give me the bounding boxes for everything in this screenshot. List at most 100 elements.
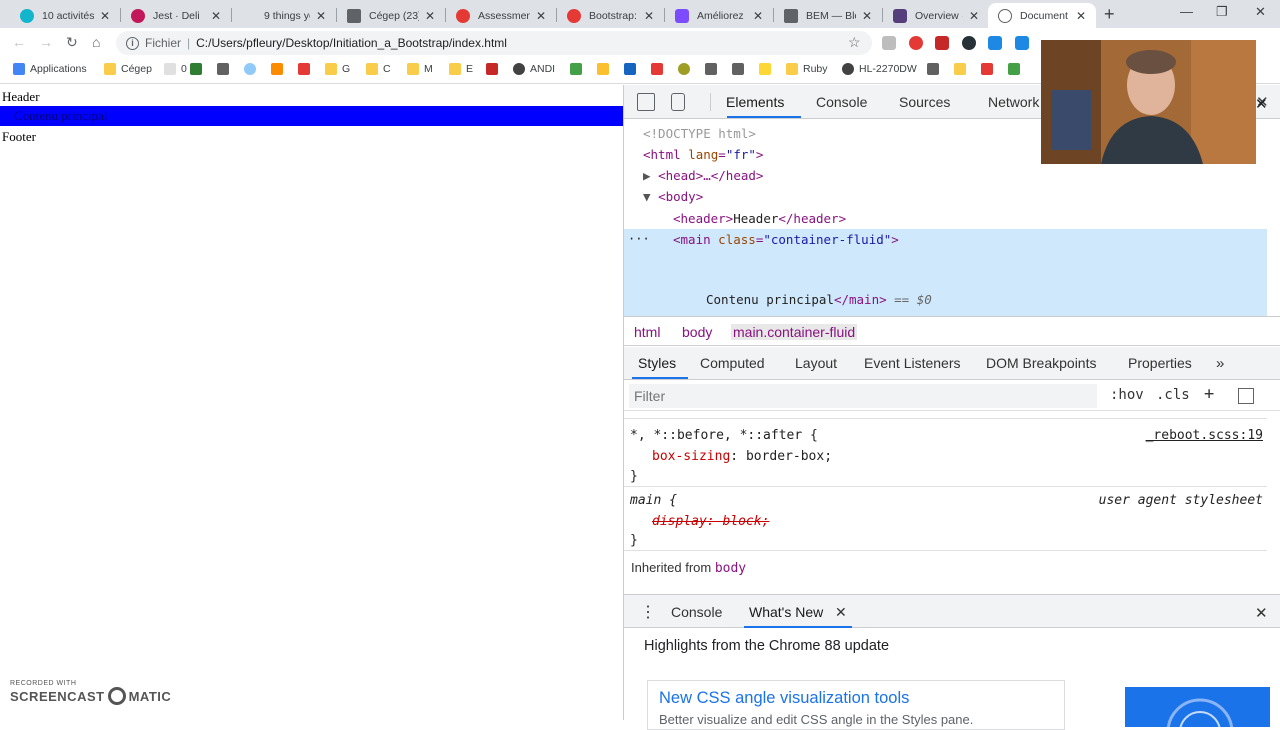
drawer-menu-icon[interactable]: ⋮	[640, 602, 656, 622]
html-node[interactable]: <html lang="fr">	[643, 147, 763, 162]
bookmark-applications[interactable]: Applications	[13, 63, 87, 75]
url-text[interactable]: C:/Users/pfleury/Desktop/Initiation_a_Bo…	[196, 36, 507, 50]
extension-icon[interactable]	[882, 36, 896, 50]
tab-9[interactable]: Overview · B ✕	[883, 3, 989, 28]
close-window-icon[interactable]: ✕	[1255, 4, 1266, 20]
doctype-node[interactable]: <!DOCTYPE html>	[643, 126, 756, 141]
more-tabs-icon[interactable]: »	[1216, 355, 1224, 372]
tab-5[interactable]: Assessment ✕	[446, 3, 556, 28]
bookmark-item[interactable]	[190, 63, 207, 75]
rule-selector[interactable]: main {	[630, 493, 677, 508]
close-tab-icon[interactable]: ✕	[642, 9, 656, 23]
bookmark-item[interactable]	[597, 63, 614, 75]
hov-button[interactable]: :hov	[1110, 387, 1144, 403]
head-node[interactable]: ▶ <head>…</head>	[643, 168, 763, 183]
forward-icon[interactable]: →	[39, 34, 53, 50]
bookmark-item[interactable]	[678, 63, 695, 75]
bookmark-item[interactable]	[570, 63, 587, 75]
extension-icon[interactable]	[935, 36, 949, 50]
new-style-rule-icon[interactable]: +	[1204, 384, 1214, 404]
tab-network[interactable]: Network	[988, 94, 1039, 110]
bookmark-item[interactable]	[651, 63, 668, 75]
bookmark-item[interactable]	[486, 63, 503, 75]
bookmark-cegep[interactable]: Cégep	[104, 63, 152, 75]
header-node[interactable]: <header>Header</header>	[673, 211, 846, 226]
bookmark-item[interactable]	[271, 63, 288, 75]
extension-icon[interactable]	[1015, 36, 1029, 50]
drawer-tab-console[interactable]: Console	[671, 604, 722, 620]
device-toolbar-icon[interactable]	[671, 93, 685, 111]
close-tab-icon[interactable]: ✕	[534, 9, 548, 23]
toggle-sidebar-icon[interactable]	[1238, 388, 1254, 404]
main-text-node[interactable]: Contenu principal</main> == $0	[706, 292, 932, 307]
main-node[interactable]: <main class="container-fluid">	[673, 232, 899, 247]
reload-icon[interactable]: ↻	[66, 34, 78, 51]
close-tab-icon[interactable]: ✕	[751, 9, 765, 23]
node-menu-dots[interactable]: ···	[628, 232, 650, 246]
rule-declaration-overridden[interactable]: display: block;	[652, 514, 769, 529]
info-icon[interactable]: i	[126, 36, 139, 50]
bookmark-ruby[interactable]: Ruby	[786, 63, 828, 75]
tab-3[interactable]: 9 things you ✕	[232, 3, 336, 28]
bookmark-andi[interactable]: ANDI	[513, 63, 555, 75]
bookmark-e[interactable]: E	[449, 63, 473, 75]
bookmark-0[interactable]: 0	[164, 63, 187, 75]
bookmark-item[interactable]	[217, 63, 234, 75]
home-icon[interactable]: ⌂	[92, 34, 100, 50]
tab-6[interactable]: Bootstrap: G ✕	[557, 3, 664, 28]
extension-icon[interactable]	[988, 36, 1002, 50]
back-icon[interactable]: ←	[12, 34, 26, 50]
tab-7[interactable]: Améliorez le ✕	[665, 3, 773, 28]
close-tab-icon[interactable]: ✕	[967, 9, 981, 23]
new-tab-button[interactable]: +	[1104, 4, 1115, 25]
extension-icon[interactable]	[962, 36, 976, 50]
inspect-element-icon[interactable]	[637, 93, 655, 111]
adblock-icon[interactable]	[909, 36, 923, 50]
bookmark-item[interactable]	[732, 63, 749, 75]
card-title-link[interactable]: New CSS angle visualization tools	[659, 689, 1053, 708]
tab-8[interactable]: BEM — Bloc ✕	[774, 3, 882, 28]
tab-elements[interactable]: Elements	[726, 94, 784, 110]
bookmark-item[interactable]	[705, 63, 722, 75]
bookmark-item[interactable]	[298, 63, 315, 75]
tab-computed[interactable]: Computed	[700, 355, 765, 371]
tab-sources[interactable]: Sources	[899, 94, 950, 110]
close-whats-new-icon[interactable]: ✕	[835, 604, 847, 621]
close-drawer-icon[interactable]: ✕	[1255, 604, 1268, 622]
rule-selector[interactable]: *, *::before, *::after {	[630, 428, 818, 443]
rule-declaration[interactable]: box-sizing: border-box;	[652, 449, 832, 464]
bookmark-hl2270dw[interactable]: HL-2270DW	[842, 63, 917, 75]
address-bar[interactable]: i Fichier | C:/Users/pfleury/Desktop/Ini…	[116, 31, 872, 55]
bookmark-c[interactable]: C	[366, 63, 391, 75]
whats-new-card[interactable]: New CSS angle visualization tools Better…	[647, 680, 1065, 730]
tab-dom-breakpoints[interactable]: DOM Breakpoints	[986, 355, 1096, 371]
tab-console[interactable]: Console	[816, 94, 867, 110]
close-tab-icon[interactable]: ✕	[1074, 9, 1088, 23]
minimize-icon[interactable]: —	[1180, 4, 1193, 19]
breadcrumb-main[interactable]: main.container-fluid	[731, 324, 858, 340]
styles-filter-input[interactable]	[629, 384, 1097, 408]
tab-properties[interactable]: Properties	[1128, 355, 1192, 371]
body-node[interactable]: ▼ <body>	[643, 189, 703, 204]
bookmark-g[interactable]: G	[325, 63, 350, 75]
bookmark-item[interactable]	[759, 63, 776, 75]
tab-event-listeners[interactable]: Event Listeners	[864, 355, 961, 371]
bookmark-item[interactable]	[981, 63, 998, 75]
breadcrumb-body[interactable]: body	[682, 324, 712, 340]
close-icon[interactable]: ✕	[1255, 95, 1268, 113]
cls-button[interactable]: .cls	[1156, 387, 1190, 403]
bookmark-item[interactable]	[244, 63, 261, 75]
drawer-tab-whats-new[interactable]: What's New	[749, 604, 823, 620]
tab-1[interactable]: 10 activités ✕	[10, 3, 120, 28]
bookmark-item[interactable]	[1008, 63, 1025, 75]
tab-active-document[interactable]: Document ✕	[988, 3, 1096, 28]
bookmark-item[interactable]	[954, 63, 971, 75]
close-tab-icon[interactable]: ✕	[423, 9, 437, 23]
bookmark-item[interactable]	[927, 63, 944, 75]
tab-4[interactable]: Cégep (23) ✕	[337, 3, 445, 28]
close-tab-icon[interactable]: ✕	[98, 9, 112, 23]
bookmark-item[interactable]	[624, 63, 641, 75]
close-tab-icon[interactable]: ✕	[314, 9, 328, 23]
tab-2[interactable]: Jest · Deli ✕	[121, 3, 231, 28]
close-tab-icon[interactable]: ✕	[209, 9, 223, 23]
